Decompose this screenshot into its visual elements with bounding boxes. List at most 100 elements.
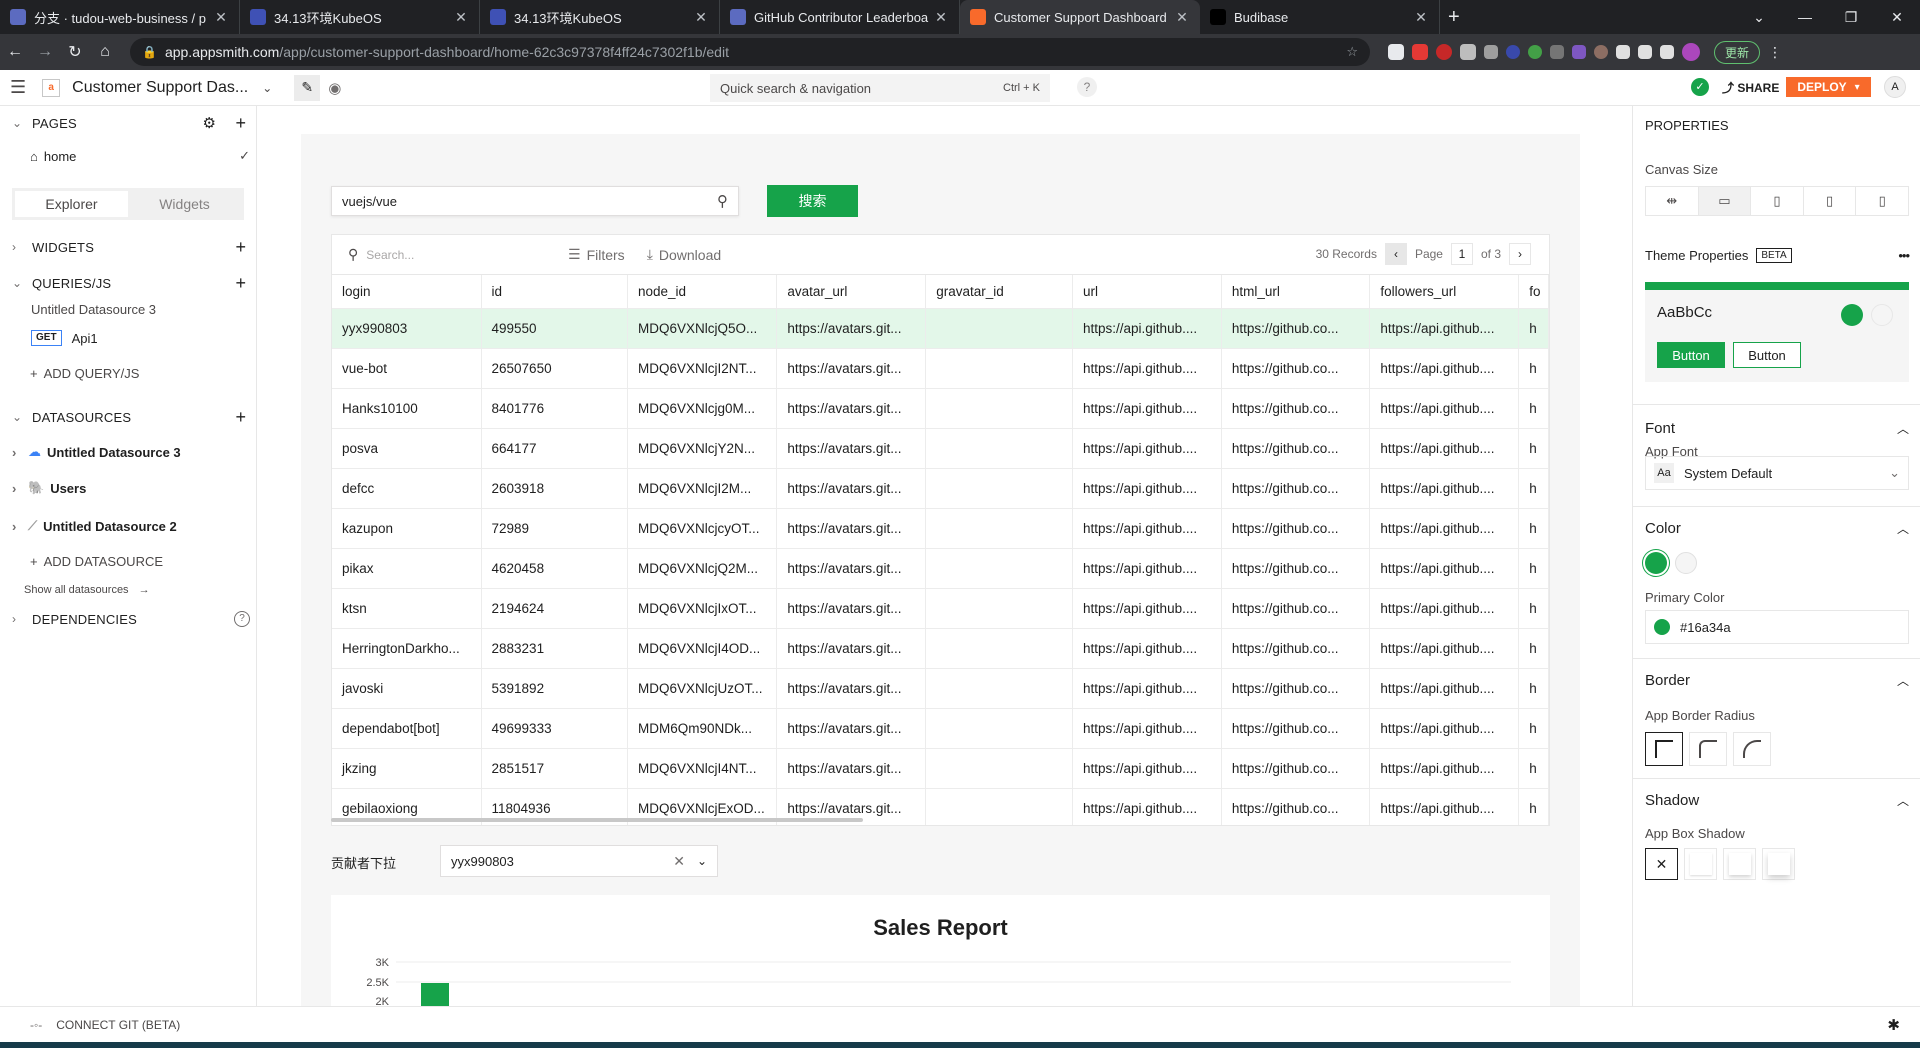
bookmark-star-icon[interactable]: ☆ [1346, 44, 1358, 60]
table-row[interactable]: defcc 2603918 MDQ6VXNlcjI2M... https://avat… [332, 468, 1549, 509]
radius-large-option[interactable] [1733, 732, 1771, 766]
radius-medium-option[interactable] [1689, 732, 1727, 766]
primary-color-swatch[interactable] [1645, 552, 1667, 574]
table-row[interactable]: vue-bot 26507650 MDQ6VXNlcjI2NT... https://… [332, 348, 1549, 389]
contributor-dropdown[interactable]: yyx990803 ✕ ⌄ [440, 845, 718, 877]
minimize-button[interactable]: — [1782, 9, 1828, 25]
add-datasource-icon[interactable]: + [235, 407, 246, 428]
next-page-icon[interactable]: › [1509, 243, 1531, 265]
table-row[interactable]: kazupon 72989 MDQ6VXNlcjcyOT... https://ava… [332, 508, 1549, 549]
browser-tab[interactable]: Budibase ✕ [1200, 0, 1440, 34]
table-horizontal-scrollbar[interactable] [331, 818, 863, 822]
table-row[interactable]: posva 664177 MDQ6VXNlcjY2N... https://avata… [332, 428, 1549, 469]
tab-search-icon[interactable]: ⌄ [1736, 9, 1782, 26]
restore-button[interactable]: ❐ [1828, 9, 1874, 26]
background-color-swatch[interactable] [1675, 552, 1697, 574]
table-row[interactable]: javoski 5391892 MDQ6VXNlcjUzOT... https://a… [332, 668, 1549, 709]
deploy-button[interactable]: DEPLOY ▾ [1786, 77, 1871, 97]
close-window-button[interactable]: ✕ [1874, 9, 1920, 26]
extension-icon[interactable] [1460, 44, 1476, 60]
bug-icon[interactable]: ✱ [1887, 1016, 1900, 1034]
add-query-button[interactable]: + ADD QUERY/JS [30, 366, 139, 381]
add-datasource-button[interactable]: + ADD DATASOURCE [30, 554, 163, 569]
column-header[interactable]: html_url [1221, 275, 1371, 309]
extension-icon[interactable] [1412, 44, 1428, 60]
mobile-icon[interactable]: ▯ [1856, 187, 1908, 215]
tab-close-icon[interactable]: ✕ [1413, 9, 1429, 26]
tab-close-icon[interactable]: ✕ [1174, 9, 1190, 26]
browser-tab[interactable]: Customer Support Dashboard ✕ [960, 0, 1200, 34]
column-header[interactable]: avatar_url [776, 275, 927, 309]
url-field[interactable]: 🔒 app.appsmith.com/app/customer-support-… [130, 38, 1370, 66]
column-header[interactable]: url [1072, 275, 1222, 309]
datasource-item[interactable]: › 🐘 Users [12, 480, 86, 496]
app-font-select[interactable]: Aa System Default ⌄ [1645, 456, 1909, 490]
tab-close-icon[interactable]: ✕ [453, 9, 469, 26]
hamburger-icon[interactable]: ☰ [10, 77, 26, 98]
sidepanel-icon[interactable] [1660, 45, 1674, 59]
shadow-none-option[interactable]: ✕ [1645, 848, 1678, 880]
extension-icon[interactable] [1388, 44, 1404, 60]
column-header[interactable]: fo [1518, 275, 1549, 309]
connect-git-button[interactable]: -◦- CONNECT GIT (BETA) [30, 1018, 180, 1032]
add-widget-icon[interactable]: + [235, 237, 246, 258]
tab-widgets[interactable]: Widgets [128, 191, 241, 217]
queries-section-header[interactable]: ⌄ QUERIES/JS + [0, 268, 256, 298]
column-header[interactable]: followers_url [1369, 275, 1520, 309]
tablet-icon[interactable]: ▯ [1804, 187, 1857, 215]
reload-icon[interactable]: ↻ [60, 42, 90, 62]
column-header[interactable]: id [481, 275, 628, 309]
column-header[interactable]: node_id [627, 275, 778, 309]
font-section-header[interactable]: Font ︿ [1645, 420, 1909, 437]
user-avatar[interactable]: A [1884, 76, 1906, 98]
appsmith-logo-icon[interactable]: a [42, 78, 61, 97]
edit-mode-pencil-icon[interactable]: ✎ [294, 74, 321, 101]
new-tab-button[interactable]: + [1448, 0, 1460, 34]
extension-icon[interactable] [1550, 45, 1564, 59]
datasources-section-header[interactable]: ⌄ DATASOURCES + [0, 402, 256, 432]
border-section-header[interactable]: Border ︿ [1645, 672, 1909, 689]
table-row[interactable]: jkzing 2851517 MDQ6VXNlcjI4NT... https://av… [332, 748, 1549, 789]
shadow-section-header[interactable]: Shadow ︿ [1645, 792, 1909, 809]
tab-close-icon[interactable]: ✕ [693, 9, 709, 26]
share-button[interactable]: ⤴ SHARE [1722, 79, 1779, 96]
repo-search-input[interactable]: vuejs/vue ⚲ [331, 186, 739, 216]
menu-kebab-icon[interactable]: ⋮ [1768, 44, 1782, 61]
filters-button[interactable]: ☰ Filters [568, 246, 625, 263]
tab-close-icon[interactable]: ✕ [213, 9, 229, 26]
deploy-chevron-icon[interactable]: ▾ [1855, 82, 1860, 93]
chevron-down-icon[interactable]: ⌄ [697, 854, 707, 868]
browser-tab[interactable]: GitHub Contributor Leaderboa ✕ [720, 0, 960, 34]
add-query-icon[interactable]: + [235, 273, 246, 294]
back-icon[interactable]: ← [0, 43, 30, 61]
pages-section-header[interactable]: ⌄ PAGES ⚙ + [0, 108, 256, 138]
color-section-header[interactable]: Color ︿ [1645, 520, 1909, 537]
table-row[interactable]: pikax 4620458 MDQ6VXNlcjQ2M... https://avat… [332, 548, 1549, 589]
question-icon[interactable]: ? [234, 611, 250, 627]
chevron-down-icon[interactable]: ⌄ [262, 81, 272, 95]
download-button[interactable]: ⤓ Download [647, 246, 721, 263]
extension-icon[interactable] [1484, 45, 1498, 59]
extension-icon[interactable] [1528, 45, 1542, 59]
table-row[interactable]: dependabot[bot] 49699333 MDM6Qm90NDk... htt… [332, 708, 1549, 749]
desktop-icon[interactable]: ▭ [1698, 187, 1752, 215]
add-page-icon[interactable]: + [235, 113, 246, 134]
tablet-landscape-icon[interactable]: ▯ [1751, 187, 1804, 215]
view-mode-eye-icon[interactable]: ◉ [328, 79, 341, 97]
home-icon[interactable]: ⌂ [90, 43, 120, 61]
dependencies-section-header[interactable]: › DEPENDENCIES ? [0, 604, 256, 634]
profile-avatar-icon[interactable] [1682, 43, 1700, 61]
browser-tab[interactable]: 34.13环境KubeOS ✕ [480, 0, 720, 34]
datasource-item[interactable]: › ☁ Untitled Datasource 3 [12, 444, 181, 460]
widgets-section-header[interactable]: › WIDGETS + [0, 232, 256, 262]
help-button[interactable]: ? [1077, 77, 1097, 97]
table-row[interactable]: ktsn 2194624 MDQ6VXNlcjIxOT... https://avat… [332, 588, 1549, 629]
extension-icon[interactable] [1506, 45, 1520, 59]
tab-close-icon[interactable]: ✕ [933, 9, 949, 26]
radius-none-option[interactable] [1645, 732, 1683, 766]
page-number-input[interactable]: 1 [1450, 243, 1473, 265]
table-row[interactable]: yyx990803 499550 MDQ6VXNlcjQ5O... https://a… [332, 308, 1549, 349]
column-header[interactable]: gravatar_id [925, 275, 1074, 309]
fluid-width-icon[interactable]: ⇹ [1646, 187, 1699, 215]
browser-tab[interactable]: 34.13环境KubeOS ✕ [240, 0, 480, 34]
